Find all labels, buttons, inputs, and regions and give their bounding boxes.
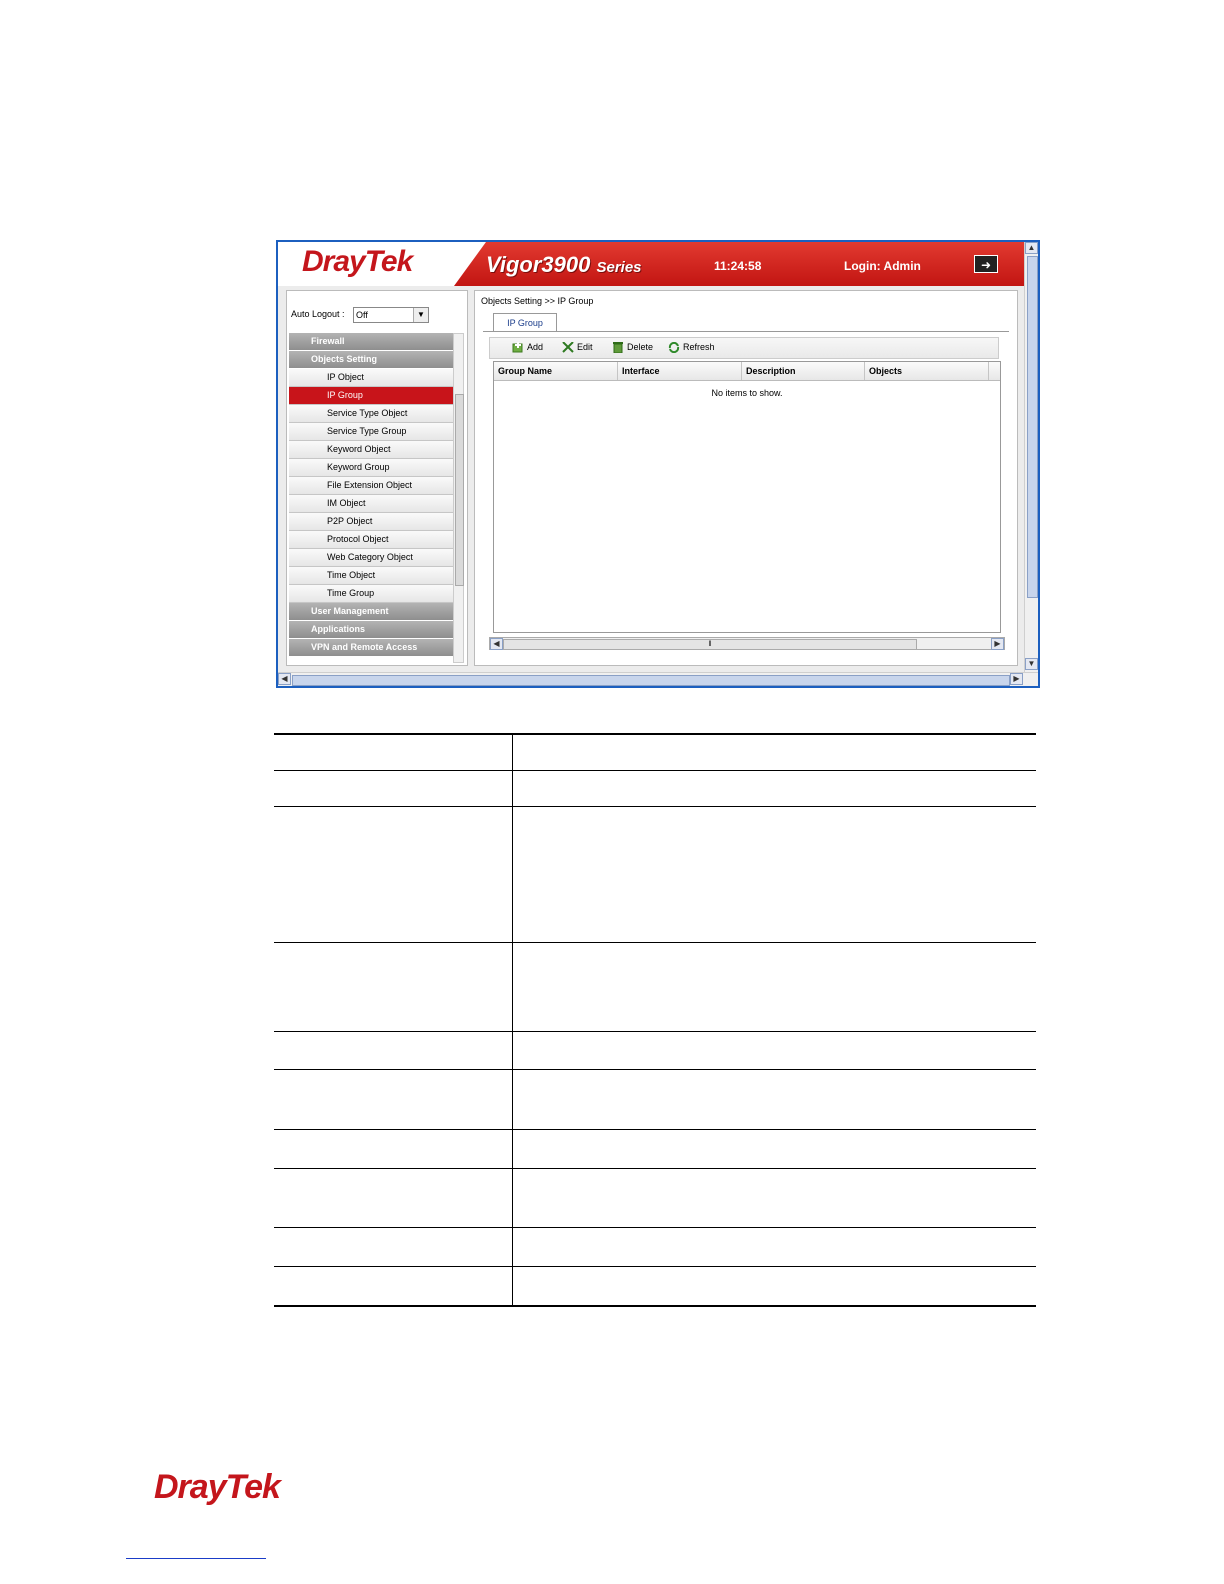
delete-button[interactable]: Delete — [612, 342, 653, 354]
chevron-down-icon: ▼ — [413, 308, 428, 322]
refresh-button[interactable]: Refresh — [668, 342, 715, 354]
auto-logout-label: Auto Logout : — [291, 309, 345, 319]
scroll-right-arrow-icon[interactable]: ▶ — [991, 638, 1004, 650]
table-header: Group Name Interface Description Objects — [494, 362, 1000, 381]
add-icon — [512, 342, 524, 353]
product-title: Vigor3900 Series — [486, 252, 642, 277]
sidebar-item-keyword-object[interactable]: Keyword Object — [289, 441, 453, 459]
sidebar-item-applications[interactable]: Applications — [289, 621, 453, 639]
sidebar-item-firewall[interactable]: Firewall — [289, 333, 453, 351]
scroll-down-arrow-icon[interactable]: ▼ — [1025, 658, 1038, 670]
login-status: Login: Admin — [844, 259, 921, 273]
edit-button[interactable]: Edit — [562, 341, 593, 353]
add-button[interactable]: Add — [512, 342, 543, 353]
table-horizontal-scrollbar[interactable]: ◀ ‖ ▶ — [489, 637, 1005, 650]
draytek-logo: DrayTek — [302, 245, 413, 278]
edit-icon — [562, 341, 574, 353]
field-description-table — [274, 733, 1036, 1307]
scroll-thumb[interactable] — [292, 675, 1010, 686]
scroll-thumb[interactable] — [455, 394, 464, 586]
sidebar-item-user-management[interactable]: User Management — [289, 603, 453, 621]
sidebar-item-ip-group[interactable]: IP Group — [289, 387, 453, 405]
scroll-right-arrow-icon[interactable]: ▶ — [1010, 673, 1023, 685]
column-header-interface[interactable]: Interface — [618, 362, 742, 380]
breadcrumb: Objects Setting >> IP Group — [481, 296, 594, 306]
sidebar-item-service-type-group[interactable]: Service Type Group — [289, 423, 453, 441]
router-web-ui-screenshot: DrayTek Vigor3900 Series 11:24:58 Login:… — [276, 240, 1040, 688]
sidebar-item-im-object[interactable]: IM Object — [289, 495, 453, 513]
window-vertical-scrollbar[interactable]: ▲ ▼ — [1024, 242, 1038, 672]
trash-icon — [612, 342, 624, 354]
scroll-thumb[interactable]: ‖ — [503, 639, 917, 650]
sidebar-item-time-group[interactable]: Time Group — [289, 585, 453, 603]
scroll-left-arrow-icon[interactable]: ◀ — [490, 638, 503, 650]
auto-logout-select[interactable]: Off ▼ — [353, 307, 429, 323]
sidebar-item-vpn-remote-access[interactable]: VPN and Remote Access — [289, 639, 453, 657]
sidebar-item-file-extension-object[interactable]: File Extension Object — [289, 477, 453, 495]
sidebar-item-service-type-object[interactable]: Service Type Object — [289, 405, 453, 423]
top-banner: DrayTek Vigor3900 Series 11:24:58 Login:… — [278, 242, 1024, 286]
sidebar-item-web-category-object[interactable]: Web Category Object — [289, 549, 453, 567]
content-panel: Objects Setting >> IP Group IP Group Add… — [474, 290, 1018, 666]
refresh-icon — [668, 342, 680, 354]
scroll-left-arrow-icon[interactable]: ◀ — [278, 673, 291, 685]
sidebar-item-p2p-object[interactable]: P2P Object — [289, 513, 453, 531]
empty-message: No items to show. — [711, 388, 783, 398]
logout-icon[interactable]: ➜ — [974, 255, 998, 273]
sidebar-item-objects-setting[interactable]: Objects Setting — [289, 351, 453, 369]
footer-draytek-logo: DrayTek — [154, 1468, 281, 1506]
sidebar-menu: Firewall Objects Setting IP Object IP Gr… — [289, 333, 453, 657]
window-horizontal-scrollbar[interactable]: ◀ ▶ — [278, 672, 1038, 686]
sidebar-item-keyword-group[interactable]: Keyword Group — [289, 459, 453, 477]
sidebar-item-protocol-object[interactable]: Protocol Object — [289, 531, 453, 549]
navigation-panel: Auto Logout : Off ▼ Firewall Objects Set… — [286, 290, 468, 666]
menu-scrollbar[interactable] — [453, 333, 464, 663]
clock: 11:24:58 — [714, 259, 762, 273]
ip-group-table: Group Name Interface Description Objects… — [493, 361, 1001, 633]
sidebar-item-ip-object[interactable]: IP Object — [289, 369, 453, 387]
footer-link-underline — [126, 1558, 266, 1559]
column-header-objects[interactable]: Objects — [865, 362, 989, 380]
sidebar-item-time-object[interactable]: Time Object — [289, 567, 453, 585]
scroll-thumb[interactable] — [1027, 256, 1038, 598]
scroll-up-arrow-icon[interactable]: ▲ — [1025, 242, 1038, 254]
column-header-description[interactable]: Description — [742, 362, 865, 380]
grid-toolbar: Add Edit Delete Refresh — [489, 337, 999, 359]
tab-ip-group[interactable]: IP Group — [493, 313, 557, 331]
column-header-group-name[interactable]: Group Name — [494, 362, 618, 380]
